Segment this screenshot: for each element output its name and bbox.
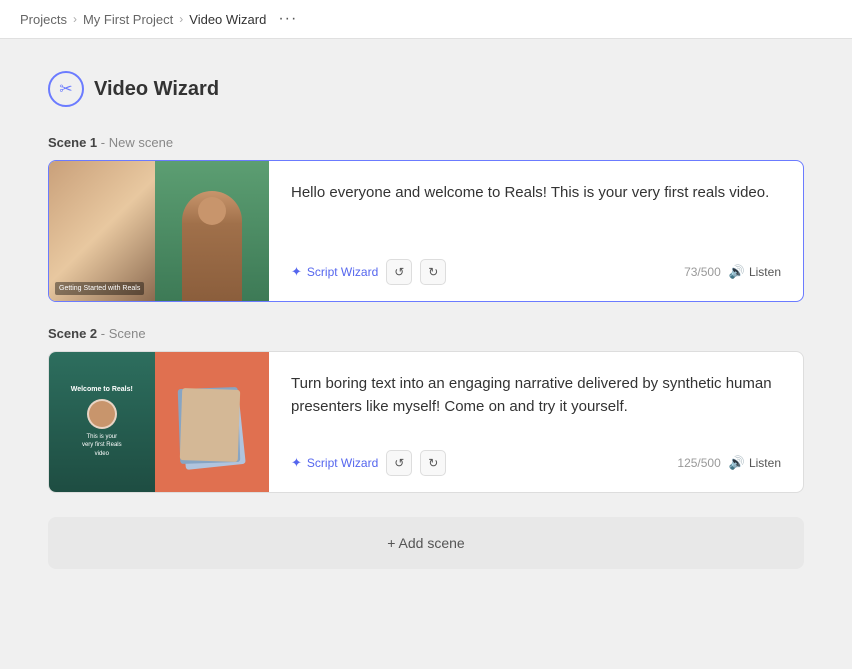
scene-1-thumbnail: Getting Started with Reals: [49, 161, 269, 301]
scene-1-content: Hello everyone and welcome to Reals! Thi…: [269, 161, 803, 301]
scene-2-thumb-right: [155, 352, 269, 492]
add-scene-button[interactable]: + Add scene: [48, 517, 804, 569]
page-title: Video Wizard: [94, 78, 219, 101]
scene-1-presenter-head: [198, 197, 226, 225]
scene-2-num: Scene 2: [48, 326, 97, 341]
scene-1-thumb-right: [155, 161, 269, 301]
scene-1-listen-button[interactable]: 🔊 Listen: [729, 264, 781, 280]
breadcrumb-more-button[interactable]: ···: [278, 10, 297, 28]
scene-1-section: Scene 1 - New scene Getting Started with…: [48, 135, 804, 302]
scene-2-redo-button[interactable]: ↻: [420, 450, 446, 476]
main-content: ✂ Video Wizard Scene 1 - New scene Getti…: [0, 39, 852, 601]
scene-2-welcome-text: Welcome to Reals!: [71, 386, 133, 393]
undo-icon-2: ↺: [394, 456, 404, 470]
scene-2-avatar: [87, 399, 117, 429]
undo-icon-1: ↺: [394, 265, 404, 279]
scene-1-script-wizard-label: Script Wizard: [307, 265, 378, 279]
scene-1-text[interactable]: Hello everyone and welcome to Reals! Thi…: [291, 181, 781, 245]
scene-2-char-count: 125/500: [677, 456, 720, 470]
scissors-icon: ✂: [59, 79, 72, 99]
scene-1-presenter: [182, 191, 242, 301]
scene-2-undo-button[interactable]: ↺: [386, 450, 412, 476]
scene-1-char-count: 73/500: [684, 265, 721, 279]
scene-2-card[interactable]: Welcome to Reals! This is yourvery first…: [48, 351, 804, 493]
scene-2-thumb-left: Welcome to Reals! This is yourvery first…: [49, 352, 155, 492]
speaker-icon-1: 🔊: [729, 264, 745, 280]
wizard-icon-circle: ✂: [48, 71, 84, 107]
scene-1-controls: ✦ Script Wizard ↺ ↻ 73/500 🔊 Listen: [291, 259, 781, 285]
scene-1-thumb-bg: Getting Started with Reals: [49, 161, 155, 301]
scene-1-sublabel: - New scene: [101, 135, 173, 150]
scene-2-label: Scene 2 - Scene: [48, 326, 804, 341]
scene-2-script-wizard-button[interactable]: ✦ Script Wizard: [291, 455, 378, 471]
scene-2-thumb-text: This is yourvery first Realsvideo: [82, 433, 122, 458]
scene-1-redo-button[interactable]: ↻: [420, 259, 446, 285]
speaker-icon-2: 🔊: [729, 455, 745, 471]
scene-1-undo-button[interactable]: ↺: [386, 259, 412, 285]
scene-2-section: Scene 2 - Scene Welcome to Reals! This i…: [48, 326, 804, 493]
scene-1-thumb-caption: Getting Started with Reals: [55, 282, 144, 295]
breadcrumb-sep-2: ›: [179, 12, 183, 26]
page-header: ✂ Video Wizard: [48, 71, 804, 107]
scene-1-thumb-inner: Getting Started with Reals: [49, 161, 269, 301]
scene-1-label: Scene 1 - New scene: [48, 135, 804, 150]
wand-icon-1: ✦: [291, 264, 302, 280]
scene-2-controls: ✦ Script Wizard ↺ ↻ 125/500 🔊 Listen: [291, 450, 781, 476]
scene-1-thumb-left: Getting Started with Reals: [49, 161, 155, 301]
breadcrumb-bar: Projects › My First Project › Video Wiza…: [0, 0, 852, 39]
scene-2-listen-label: Listen: [749, 456, 781, 470]
stacked-card-3: [180, 388, 240, 462]
scene-1-listen-label: Listen: [749, 265, 781, 279]
scene-2-thumb-inner: Welcome to Reals! This is yourvery first…: [49, 352, 269, 492]
scene-1-num: Scene 1: [48, 135, 97, 150]
redo-icon-1: ↻: [428, 265, 438, 279]
scene-2-stacked-cards: [177, 377, 247, 467]
scene-1-card[interactable]: Getting Started with Reals Hello everyon…: [48, 160, 804, 302]
breadcrumb-projects[interactable]: Projects: [20, 12, 67, 27]
scene-1-script-wizard-button[interactable]: ✦ Script Wizard: [291, 264, 378, 280]
scene-2-sublabel: - Scene: [101, 326, 146, 341]
breadcrumb-project[interactable]: My First Project: [83, 12, 173, 27]
scene-2-content: Turn boring text into an engaging narrat…: [269, 352, 803, 492]
breadcrumb-sep-1: ›: [73, 12, 77, 26]
redo-icon-2: ↻: [428, 456, 438, 470]
scene-2-script-wizard-label: Script Wizard: [307, 456, 378, 470]
breadcrumb-current: Video Wizard: [189, 12, 266, 27]
scene-2-text[interactable]: Turn boring text into an engaging narrat…: [291, 372, 781, 436]
scene-2-thumbnail: Welcome to Reals! This is yourvery first…: [49, 352, 269, 492]
scene-2-listen-button[interactable]: 🔊 Listen: [729, 455, 781, 471]
wand-icon-2: ✦: [291, 455, 302, 471]
